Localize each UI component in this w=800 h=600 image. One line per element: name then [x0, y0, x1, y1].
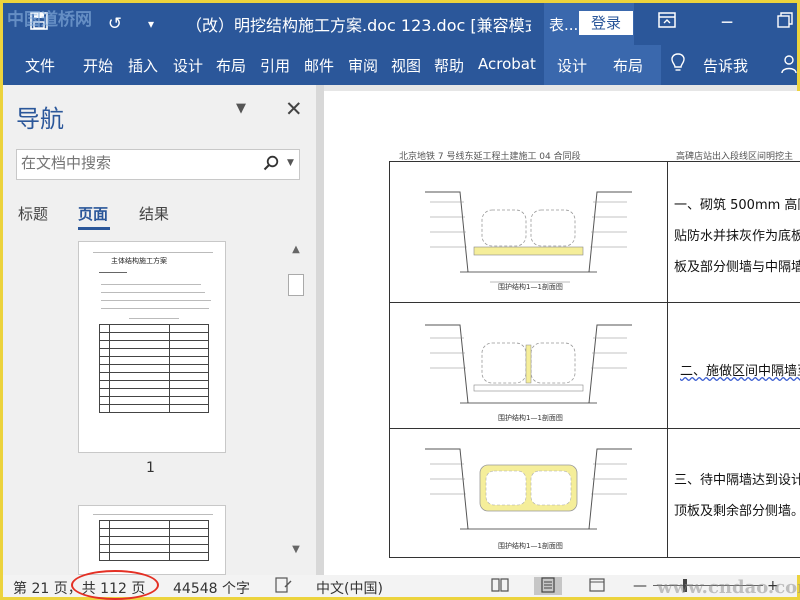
tab-review[interactable]: 审阅 [348, 55, 378, 76]
document-title: （改）明挖结构施工方案.doc 123.doc [兼容模式... [186, 16, 531, 35]
tunnel-section-drawing [425, 191, 632, 283]
watermark-top-left: 中国道桥网 [7, 10, 92, 30]
search-box[interactable]: ▼ [16, 149, 300, 180]
tab-references[interactable]: 引用 [260, 55, 290, 76]
ribbon-display-icon[interactable] [655, 11, 679, 35]
nav-menu-dropdown-icon[interactable]: ▼ [236, 101, 246, 116]
page-thumbnail-1[interactable]: 主体结构施工方案 [78, 241, 226, 453]
drawing-caption: 围护结构1—1剖面图 [498, 414, 563, 422]
scroll-thumb[interactable] [288, 274, 304, 296]
active-tab-indicator [78, 227, 110, 230]
tab-file[interactable]: 文件 [25, 55, 55, 76]
thumb-text-line [101, 300, 211, 301]
web-layout-icon[interactable] [589, 577, 607, 597]
tell-me-label[interactable]: 告诉我 [703, 55, 748, 76]
tab-home[interactable]: 开始 [83, 55, 113, 76]
tab-design[interactable]: 设计 [173, 55, 203, 76]
cell-text-line: 二、施做区间中隔墙至 [680, 364, 800, 379]
tab-results[interactable]: 结果 [139, 203, 169, 224]
thumb-title: 主体结构施工方案 [111, 257, 167, 265]
share-person-icon[interactable] [781, 54, 797, 78]
language-status[interactable]: 中文(中国) [316, 578, 383, 598]
page-thumbnail-2[interactable] [78, 505, 226, 575]
watermark-bottom-right: www.cndao.com [657, 577, 800, 598]
table-cell-text: 二、施做区间中隔墙至 [667, 302, 800, 429]
customize-icon[interactable]: ▾ [139, 12, 163, 36]
tab-view[interactable]: 视图 [391, 55, 421, 76]
drawing-caption: 围护结构1—1剖面图 [498, 542, 563, 550]
thumbnail-page-number: 1 [146, 460, 155, 476]
table-cell-drawing: 围护结构1—1剖面图 [389, 302, 668, 429]
navigation-pane: 导航 ▼ ✕ ▼ 标题 页面 结果 主体结构施工方案 [3, 85, 316, 575]
tab-mailings[interactable]: 邮件 [304, 55, 334, 76]
tab-table-layout[interactable]: 布局 [613, 55, 643, 76]
thumb-header-line [93, 514, 213, 515]
tab-layout[interactable]: 布局 [216, 55, 246, 76]
thumb-text-line [101, 284, 201, 285]
close-icon[interactable]: ✕ [285, 97, 303, 121]
tab-acrobat[interactable]: Acrobat [478, 55, 536, 73]
cell-text-line: 顶板及剩余部分侧墙。 [674, 504, 800, 519]
context-label: 表... [549, 16, 579, 34]
nav-title: 导航 [16, 105, 64, 133]
read-mode-icon[interactable] [491, 577, 509, 597]
cell-text-line: 贴防水并抹灰作为底板倒 [674, 229, 800, 244]
tunnel-section-drawing [425, 324, 632, 404]
ribbon-tab-bar: 文件 开始 插入 设计 布局 引用 邮件 审阅 视图 帮助 Acrobat 设计… [3, 45, 797, 85]
zoom-out-button[interactable]: — [633, 578, 647, 594]
search-options-dropdown-icon[interactable]: ▼ [287, 158, 294, 168]
thumb-table [99, 324, 209, 413]
tab-headings[interactable]: 标题 [18, 203, 48, 224]
table-cell-drawing: 围护结构1—1剖面图 [389, 428, 668, 558]
tunnel-section-drawing [425, 448, 632, 530]
pane-splitter[interactable] [316, 85, 324, 575]
document-page: 北京地铁 7 号线东延工程土建施工 04 合同段 高碑店站出入段线区间明挖主 围… [324, 91, 800, 575]
lightbulb-icon[interactable] [670, 53, 686, 77]
thumb-text-line [129, 318, 179, 319]
word-count-status[interactable]: 44548 个字 [173, 578, 250, 598]
restore-icon[interactable] [773, 11, 797, 35]
cell-text-line: 一、砌筑 500mm 高防水 [674, 198, 800, 213]
table-cell-text: 一、砌筑 500mm 高防水 贴防水并抹灰作为底板倒 板及部分侧墙与中隔墙。 [667, 161, 800, 303]
cell-text-line: 三、待中隔墙达到设计强 [674, 473, 800, 488]
thumb-table [99, 520, 209, 561]
login-button[interactable]: 登录 [579, 11, 633, 35]
scroll-down-icon[interactable]: ▼ [288, 542, 304, 558]
cell-text-line: 板及部分侧墙与中隔墙。 [674, 260, 800, 275]
thumb-text-line [101, 292, 205, 293]
title-bar: ↺ ▾ （改）明挖结构施工方案.doc 123.doc [兼容模式... 表..… [3, 3, 797, 45]
scroll-up-icon[interactable]: ▲ [288, 242, 304, 258]
drawing-caption: 围护结构1—1剖面图 [498, 283, 563, 291]
document-canvas[interactable]: 北京地铁 7 号线东延工程土建施工 04 合同段 高碑店站出入段线区间明挖主 围… [324, 85, 800, 575]
tab-help[interactable]: 帮助 [434, 55, 464, 76]
thumb-header-line [93, 252, 213, 253]
thumb-text-line [99, 272, 127, 273]
undo-icon[interactable]: ↺ [103, 12, 127, 36]
tab-pages[interactable]: 页面 [78, 203, 108, 224]
print-layout-icon[interactable] [539, 577, 557, 597]
highlight-circle [71, 570, 159, 600]
tab-table-design[interactable]: 设计 [557, 55, 587, 76]
minimize-icon[interactable]: ─ [715, 11, 739, 35]
search-icon[interactable] [263, 155, 279, 175]
tab-insert[interactable]: 插入 [128, 55, 158, 76]
track-changes-icon[interactable] [275, 577, 293, 597]
table-cell-drawing: 围护结构1—1剖面图 [389, 161, 668, 303]
table-cell-text: 三、待中隔墙达到设计强 顶板及剩余部分侧墙。 [667, 428, 800, 558]
nav-scrollbar[interactable]: ▲ ▼ [286, 240, 306, 560]
thumb-text-line [101, 308, 209, 309]
search-input[interactable] [21, 154, 257, 172]
